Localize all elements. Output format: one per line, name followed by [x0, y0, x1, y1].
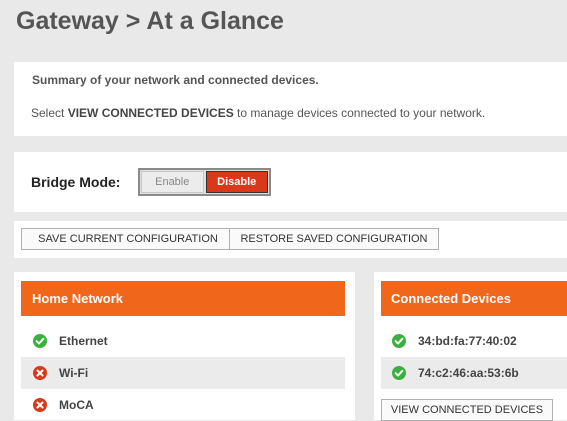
- x-icon: [33, 398, 47, 412]
- home-network-item-wifi: Wi-Fi: [21, 357, 345, 389]
- connected-device-item: 74:c2:46:aa:53:6b: [381, 357, 567, 389]
- view-connected-devices-button[interactable]: VIEW CONNECTED DEVICES: [381, 399, 553, 421]
- home-network-item-label: Wi-Fi: [59, 366, 89, 380]
- summary-instructions-suffix: to manage devices connected to your netw…: [233, 106, 486, 120]
- summary-panel: Summary of your network and connected de…: [14, 62, 567, 136]
- summary-instructions: Select VIEW CONNECTED DEVICES to manage …: [31, 106, 485, 120]
- connected-devices-header: Connected Devices: [381, 281, 567, 316]
- summary-instructions-highlight: VIEW CONNECTED DEVICES: [67, 106, 234, 120]
- summary-text: Summary of your network and connected de…: [32, 73, 319, 87]
- bridge-mode-toggle[interactable]: Enable Disable: [138, 168, 271, 196]
- connected-devices-card: Connected Devices 34:bd:fa:77:40:02 74:c…: [374, 272, 567, 421]
- summary-instructions-prefix: Select: [31, 106, 68, 120]
- bridge-mode-label: Bridge Mode:: [31, 174, 121, 190]
- page-title: Gateway > At a Glance: [16, 7, 284, 35]
- bridge-mode-disable-option[interactable]: Disable: [205, 171, 268, 193]
- save-configuration-button[interactable]: SAVE CURRENT CONFIGURATION: [21, 228, 235, 250]
- home-network-item-moca: MoCA: [21, 389, 345, 421]
- check-icon: [392, 366, 406, 380]
- x-icon: [33, 366, 47, 380]
- configuration-buttons-panel: SAVE CURRENT CONFIGURATION RESTORE SAVED…: [14, 221, 567, 258]
- home-network-item-label: MoCA: [59, 398, 94, 412]
- home-network-item-label: Ethernet: [59, 334, 108, 348]
- bridge-mode-panel: Bridge Mode: Enable Disable: [14, 152, 567, 212]
- check-icon: [33, 334, 47, 348]
- home-network-header: Home Network: [21, 281, 345, 316]
- home-network-item-ethernet: Ethernet: [21, 325, 345, 357]
- connected-device-mac: 34:bd:fa:77:40:02: [418, 334, 517, 348]
- home-network-card: Home Network Ethernet Wi-Fi MoCA: [14, 272, 355, 420]
- restore-configuration-button[interactable]: RESTORE SAVED CONFIGURATION: [229, 228, 439, 250]
- connected-device-item: 34:bd:fa:77:40:02: [381, 325, 567, 357]
- check-icon: [392, 334, 406, 348]
- connected-device-mac: 74:c2:46:aa:53:6b: [418, 366, 519, 380]
- bridge-mode-enable-option[interactable]: Enable: [141, 171, 204, 193]
